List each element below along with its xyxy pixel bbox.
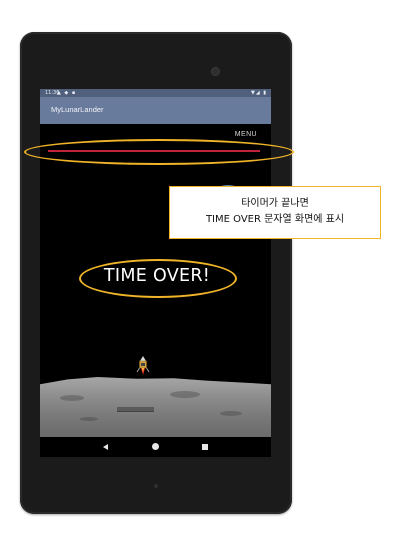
home-icon[interactable] <box>152 443 159 450</box>
annotation-callout: 타이머가 끝나면 TIME OVER 문자열 화면에 표시 <box>169 186 381 239</box>
back-icon[interactable] <box>103 444 108 450</box>
signal-battery-icons: ▼◢ ▮ <box>250 90 267 96</box>
device-screen: 11:36 ▲ ◆ ▪ ▼◢ ▮ MyLunarLander MENU TIME… <box>40 89 271 457</box>
front-camera <box>212 68 219 75</box>
app-title: MyLunarLander <box>51 105 104 114</box>
app-bar: MyLunarLander <box>40 97 271 124</box>
annotation-line-2: TIME OVER 문자열 화면에 표시 <box>205 214 345 225</box>
status-bar: 11:36 ▲ ◆ ▪ ▼◢ ▮ <box>40 89 271 97</box>
android-nav-bar <box>40 437 271 457</box>
landing-pad <box>117 407 154 411</box>
annotation-line-1: 타이머가 끝나면 <box>241 198 309 209</box>
menu-button[interactable]: MENU <box>235 131 257 138</box>
moon-surface <box>40 377 271 437</box>
notification-icons: ▲ ◆ ▪ <box>57 90 77 96</box>
device-sensor-dot <box>154 484 158 488</box>
lunar-lander-sprite[interactable] <box>136 356 150 376</box>
timer-bar <box>48 150 260 152</box>
time-over-message: TIME OVER! <box>103 266 211 286</box>
recents-icon[interactable] <box>202 444 208 450</box>
